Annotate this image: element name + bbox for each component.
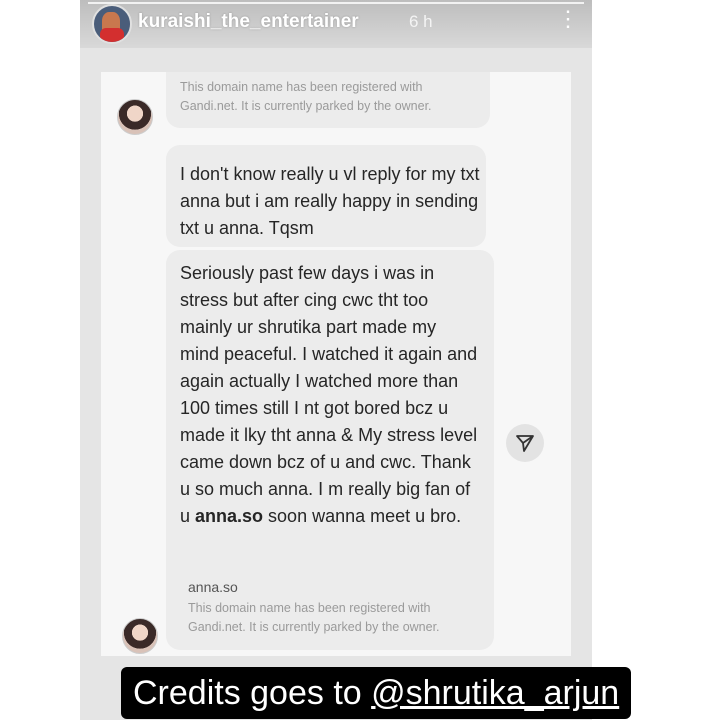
sender-avatar[interactable] (117, 99, 153, 135)
story-timestamp: 6 h (409, 12, 433, 31)
mention-link[interactable]: @shrutika_arjun (371, 674, 619, 712)
link-preview-card[interactable]: This domain name has been registered wit… (166, 72, 490, 128)
send-icon[interactable] (506, 424, 544, 462)
story-avatar[interactable] (92, 4, 132, 44)
credits-caption: Credits goes to @shrutika_arjun (121, 667, 632, 719)
link-preview-description: This domain name has been registered wit… (188, 601, 440, 634)
message-link[interactable]: anna.so (195, 506, 263, 526)
message-bubble: I don't know really u vl reply for my tx… (166, 145, 486, 247)
message-bubble: Seriously past few days i was in stress … (166, 250, 494, 650)
sender-avatar[interactable] (122, 618, 158, 654)
link-preview-title[interactable]: anna.so (188, 579, 238, 595)
message-text: I don't know really u vl reply for my tx… (180, 164, 480, 238)
story-progress-bar (88, 2, 584, 4)
link-preview-description: This domain name has been registered wit… (180, 80, 432, 113)
more-vertical-icon[interactable]: ⋮ (557, 6, 579, 32)
story-header: kuraishi_the_entertainer 6 h ⋮ (80, 0, 592, 48)
story-username[interactable]: kuraishi_the_entertainer (138, 11, 359, 33)
message-text: Seriously past few days i was in stress … (180, 263, 478, 526)
